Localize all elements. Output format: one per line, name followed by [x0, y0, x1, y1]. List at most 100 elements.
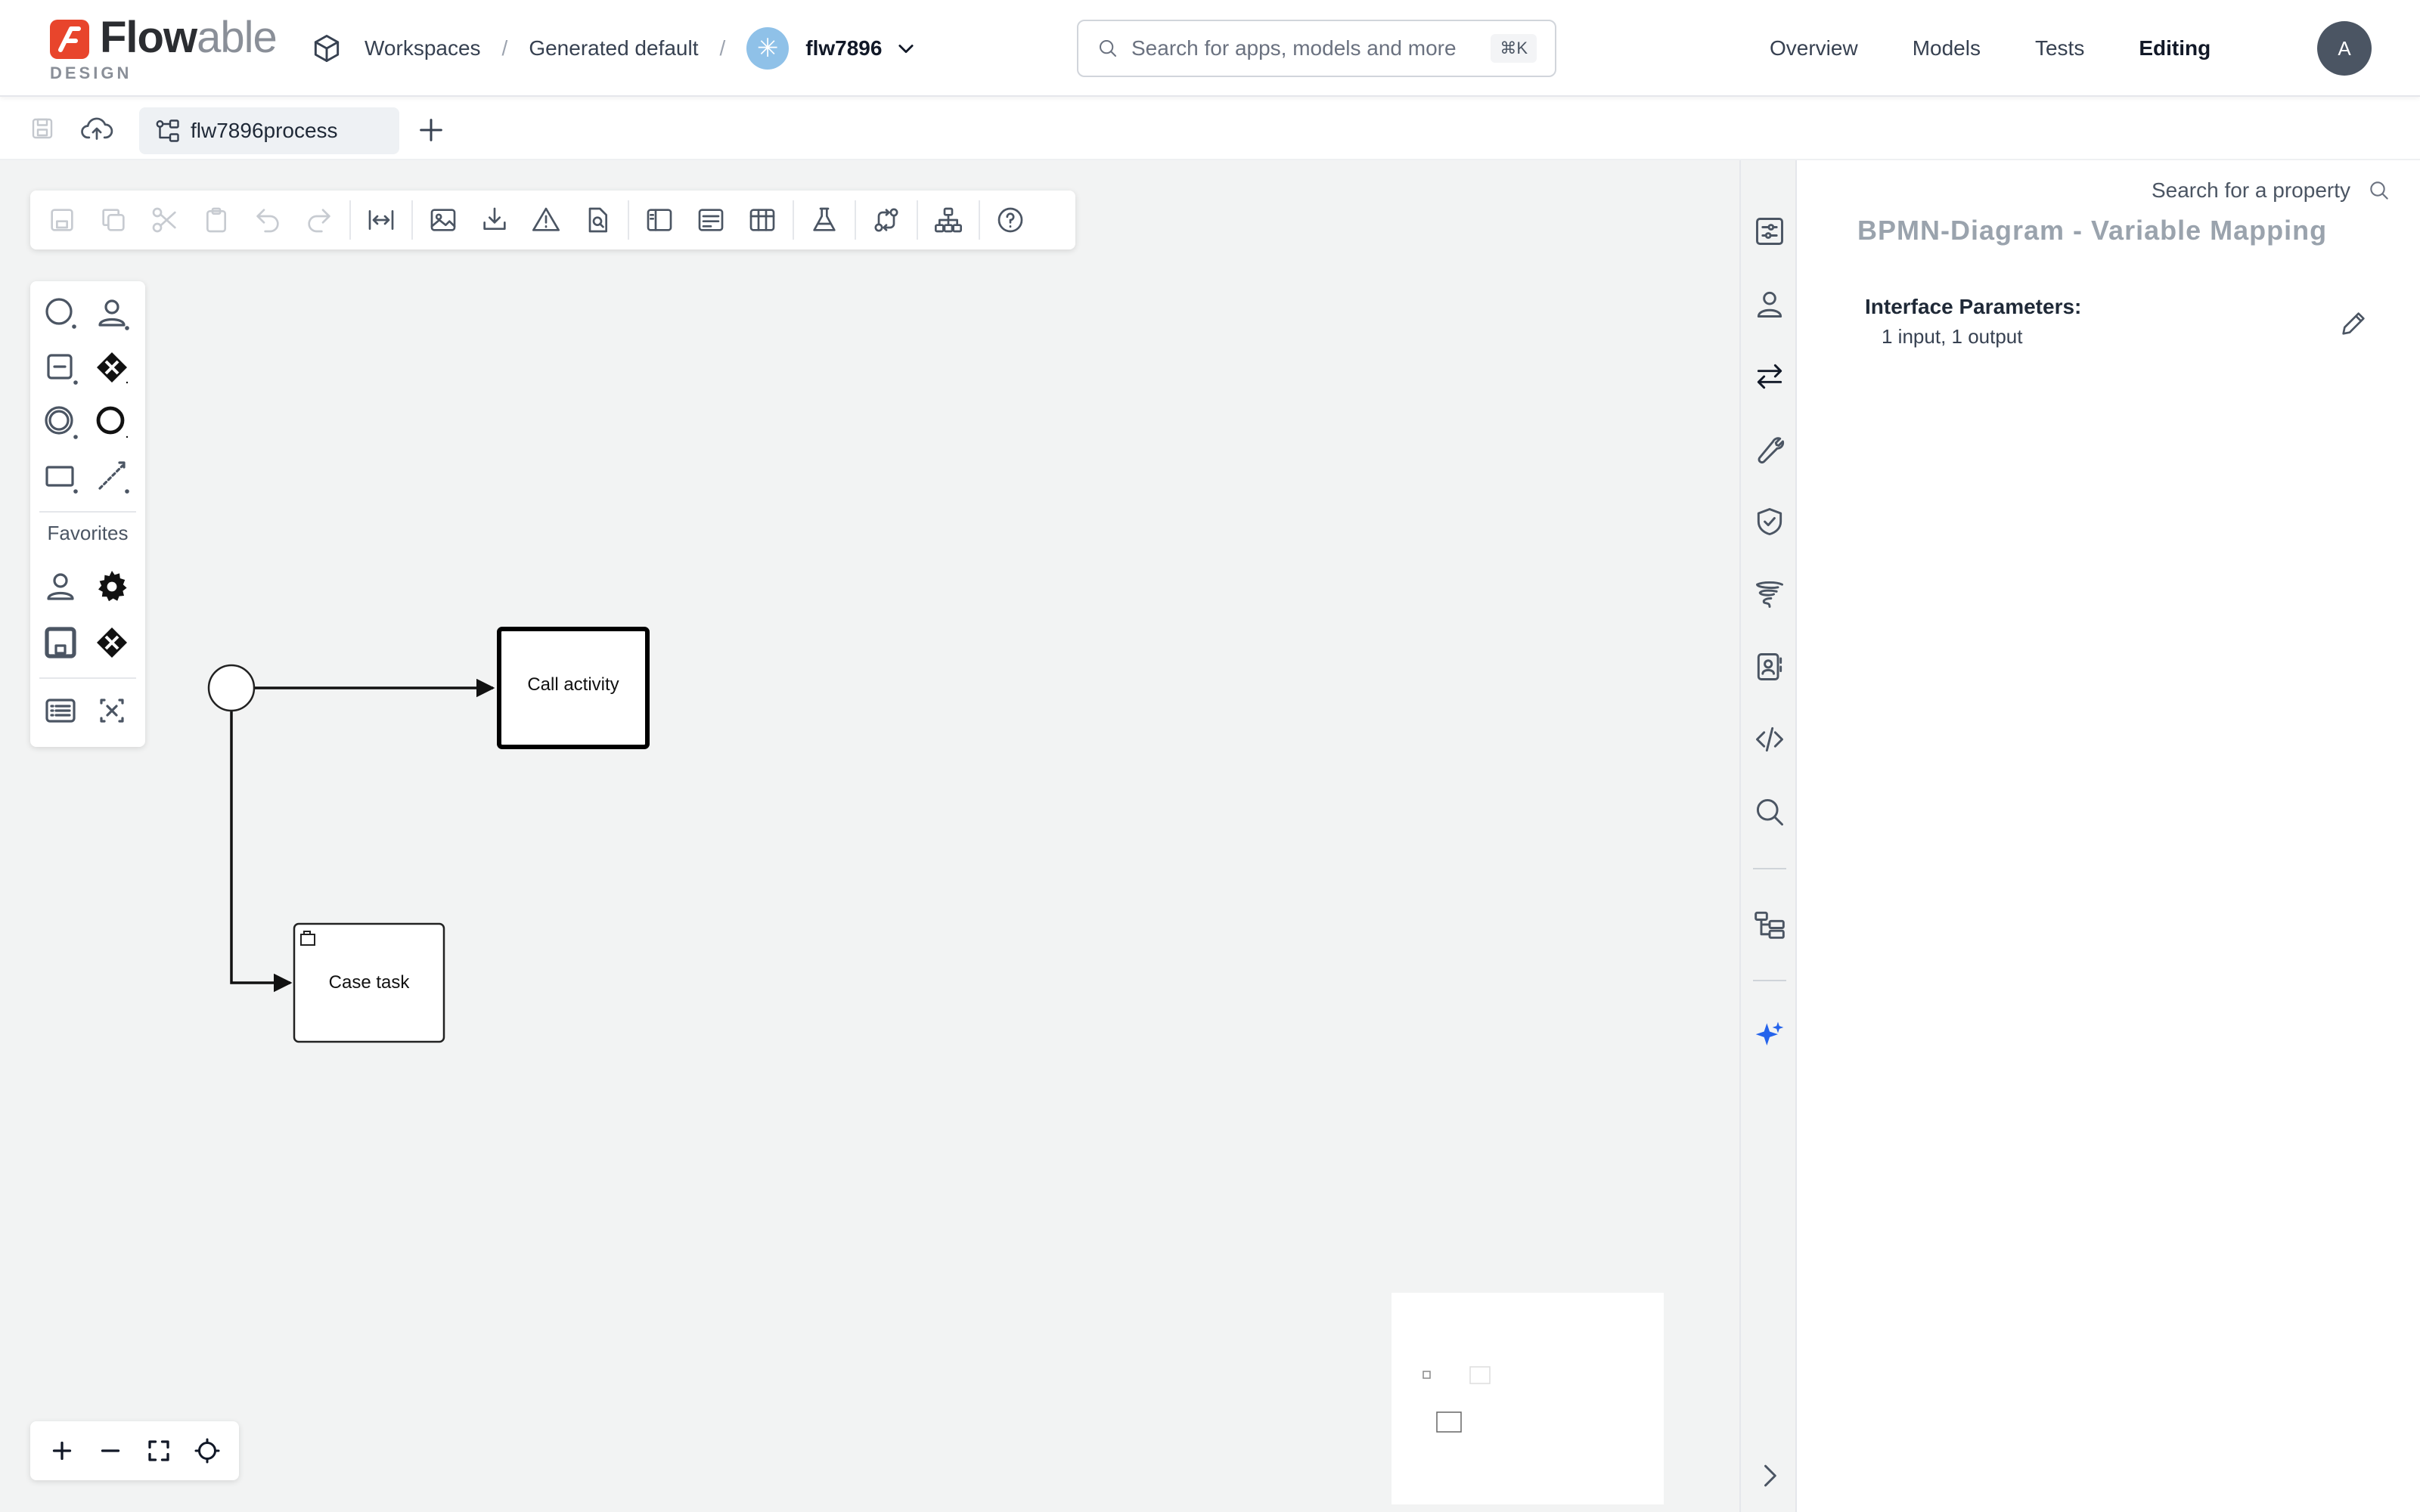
tab-label: flw7896process: [191, 119, 338, 142]
palette-divider: [39, 677, 136, 679]
toolbar-divider: [855, 200, 856, 240]
breadcrumb-separator: /: [719, 36, 726, 60]
nav-models[interactable]: Models: [1913, 36, 1981, 60]
editor-toolbar: [30, 191, 1075, 249]
search-placeholder: Search for apps, models and more: [1131, 36, 1457, 60]
redo-icon[interactable]: [304, 205, 334, 235]
service-task-favorite-icon[interactable]: [94, 569, 130, 605]
warning-icon[interactable]: [531, 205, 561, 235]
diagram-canvas[interactable]: Call activity Case task Favorites: [0, 160, 1739, 1512]
zoom-out-icon[interactable]: [97, 1437, 124, 1464]
cloud-upload-icon[interactable]: [80, 113, 113, 144]
property-search[interactable]: Search for a property: [2152, 165, 2391, 202]
logo-wordmark: Flowable: [100, 13, 278, 62]
table-icon[interactable]: [747, 205, 777, 235]
list-view-icon[interactable]: [42, 692, 79, 729]
start-event[interactable]: [207, 664, 256, 712]
breadcrumb: Workspaces / Generated default / ✳ flw78…: [310, 26, 917, 71]
lasso-select-icon[interactable]: [94, 692, 130, 729]
rail-divider: [1753, 980, 1786, 981]
toolbar-divider: [411, 200, 413, 240]
project-snowflake-icon: ✳: [746, 27, 790, 70]
app-header: Flowable DESIGN Workspaces / Generated d…: [0, 0, 2420, 97]
help-icon[interactable]: [995, 205, 1025, 235]
code-icon[interactable]: [1753, 723, 1786, 756]
user-task-favorite-icon[interactable]: [42, 569, 79, 605]
rail-divider: [1753, 868, 1786, 869]
git-compare-icon[interactable]: [871, 205, 901, 235]
intermediate-event-palette-icon[interactable]: [42, 404, 79, 440]
user-icon[interactable]: [1753, 287, 1786, 321]
tab-flw7896process[interactable]: flw7896process: [139, 107, 399, 154]
sequence-flow-to-case-task[interactable]: [230, 711, 293, 993]
chevron-down-icon[interactable]: [895, 38, 917, 59]
user-task-palette-icon[interactable]: [94, 295, 130, 331]
start-event-palette-icon[interactable]: [42, 295, 79, 331]
gateway-palette-icon[interactable]: [94, 349, 130, 386]
pencil-edit-icon[interactable]: [2338, 308, 2369, 339]
form-icon[interactable]: [696, 205, 726, 235]
hierarchy-icon[interactable]: [1753, 907, 1786, 940]
breadcrumb-workspaces[interactable]: Workspaces: [365, 36, 481, 60]
variable-mapping-icon[interactable]: [1753, 360, 1786, 393]
property-search-label: Search for a property: [2151, 178, 2350, 202]
document-search-icon[interactable]: [582, 205, 613, 235]
breadcrumb-generated-default[interactable]: Generated default: [529, 36, 698, 60]
subprocess-palette-icon[interactable]: [42, 349, 79, 386]
toolbar-divider: [628, 200, 629, 240]
paste-icon[interactable]: [201, 205, 231, 235]
contact-card-icon[interactable]: [1753, 650, 1786, 683]
ai-sparkle-icon[interactable]: [1753, 1019, 1786, 1052]
toolbar-divider: [349, 200, 351, 240]
properties-panel: Search for a property BPMN-Diagram - Var…: [1797, 160, 2420, 1512]
call-activity-favorite-icon[interactable]: [42, 624, 79, 661]
chevron-right-icon[interactable]: [1753, 1459, 1786, 1492]
interface-parameters-value: 1 input, 1 output: [1882, 325, 2023, 348]
distribute-horizontal-icon[interactable]: [366, 205, 396, 235]
cut-icon[interactable]: [150, 205, 180, 235]
nav-overview[interactable]: Overview: [1770, 36, 1858, 60]
image-icon[interactable]: [428, 205, 458, 235]
breadcrumb-project[interactable]: flw7896: [805, 36, 882, 60]
flask-icon[interactable]: [809, 205, 839, 235]
plus-icon[interactable]: [416, 115, 446, 145]
download-icon[interactable]: [479, 205, 510, 235]
search-shortcut-badge: ⌘K: [1491, 34, 1537, 63]
shield-check-icon[interactable]: [1753, 505, 1786, 538]
search-icon: [1100, 40, 1116, 57]
interface-parameters-label: Interface Parameters:: [1865, 295, 2082, 318]
wrench-icon[interactable]: [1753, 432, 1786, 466]
favorites-label: Favorites: [47, 522, 129, 544]
center-target-icon[interactable]: [194, 1437, 221, 1464]
search-icon[interactable]: [1753, 795, 1786, 829]
sitemap-icon[interactable]: [933, 205, 963, 235]
flowable-logo[interactable]: Flowable DESIGN: [48, 13, 283, 85]
zoom-controls: [30, 1421, 239, 1480]
logo-subtitle: DESIGN: [50, 64, 132, 82]
properties-rail: [1739, 160, 1797, 1512]
zoom-in-icon[interactable]: [48, 1437, 76, 1464]
tornado-icon[interactable]: [1753, 578, 1786, 611]
general-settings-icon[interactable]: [1753, 215, 1786, 248]
fit-screen-icon[interactable]: [145, 1437, 172, 1464]
layout-sidebar-icon[interactable]: [644, 205, 675, 235]
user-avatar[interactable]: A: [2317, 21, 2372, 76]
breadcrumb-separator: /: [501, 36, 508, 60]
save-icon[interactable]: [29, 115, 56, 142]
save-icon[interactable]: [47, 205, 77, 235]
toolbar-divider: [917, 200, 918, 240]
nav-tests[interactable]: Tests: [2035, 36, 2084, 60]
undo-icon[interactable]: [253, 205, 283, 235]
copy-icon[interactable]: [98, 205, 129, 235]
cube-icon: [314, 35, 340, 62]
case-task-label: Case task: [328, 972, 410, 993]
end-event-palette-icon[interactable]: [94, 404, 130, 440]
shape-palette: Favorites: [30, 281, 145, 747]
connector-palette-icon[interactable]: [94, 458, 130, 494]
minimap[interactable]: [1392, 1293, 1664, 1504]
gateway-favorite-icon[interactable]: [94, 624, 130, 661]
editor-tab-bar: flw7896process: [0, 98, 2420, 160]
task-palette-icon[interactable]: [42, 458, 79, 494]
nav-editing[interactable]: Editing: [2139, 36, 2211, 60]
global-search-input[interactable]: Search for apps, models and more ⌘K: [1077, 20, 1556, 77]
